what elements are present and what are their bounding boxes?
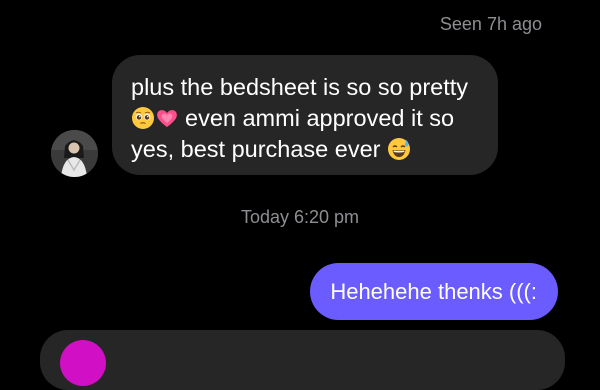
pleading-face-emoji-icon (131, 106, 155, 130)
seen-status: Seen 7h ago (439, 14, 542, 34)
next-incoming-message-bubble[interactable] (40, 330, 565, 390)
message-line-3: yes, best purchase ever (131, 134, 478, 165)
message-line-1: plus the bedsheet is so so pretty (131, 74, 469, 100)
next-sender-avatar[interactable] (60, 340, 106, 386)
grinning-sweat-emoji-icon (387, 137, 411, 161)
outgoing-message-bubble[interactable]: Hehehehe thenks (((: (310, 263, 558, 320)
growing-heart-emoji-icon (155, 106, 179, 130)
message-line-2: even ammi approved it so (131, 103, 478, 134)
sender-avatar[interactable] (51, 130, 98, 177)
message-line-3-text: yes, best purchase ever (131, 136, 381, 162)
date-divider-timestamp: Today 6:20 pm (240, 207, 360, 227)
message-line-2-text: even ammi approved it so (185, 105, 455, 131)
avatar-photo (51, 130, 98, 177)
incoming-message-bubble[interactable]: plus the bedsheet is so so pretty even a… (112, 55, 498, 175)
